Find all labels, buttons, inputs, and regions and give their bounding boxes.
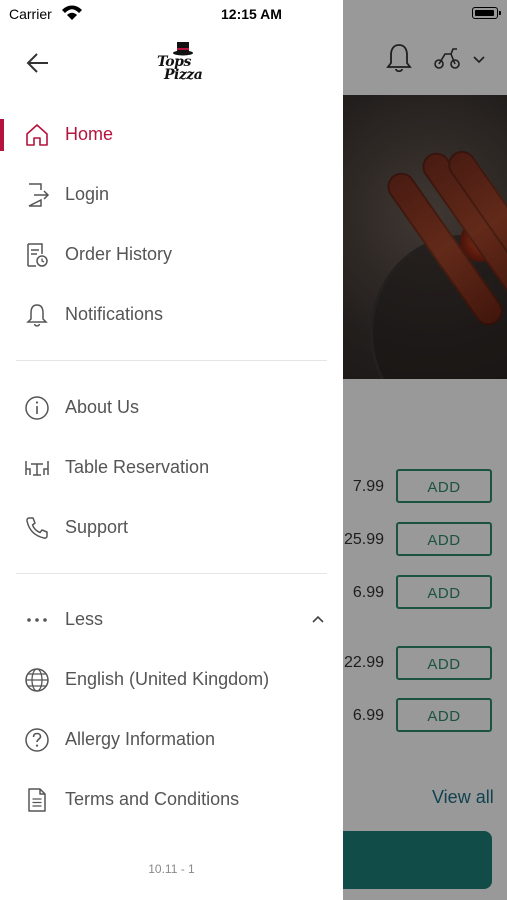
section-divider: [16, 573, 327, 574]
menu-item-label: Allergy Information: [65, 729, 216, 749]
app-version: 10.11 - 1: [148, 862, 195, 876]
menu-item-label: Login: [65, 184, 110, 204]
side-drawer: Carrier 12:15 AM Tops Pizza Home Login O…: [0, 0, 343, 900]
menu-item-less[interactable]: Less: [0, 595, 343, 645]
menu-item-label: Order History: [65, 244, 173, 264]
menu-item-order-history[interactable]: Order History: [0, 230, 343, 280]
menu-item-notifications[interactable]: Notifications: [0, 290, 343, 340]
menu-item-allergy-information[interactable]: Allergy Information: [0, 715, 343, 765]
back-arrow-icon[interactable]: [26, 52, 50, 74]
menu-item-login[interactable]: Login: [0, 170, 343, 220]
menu-item-terms[interactable]: Terms and Conditions: [0, 775, 343, 825]
menu-item-table-reservation[interactable]: Table Reservation: [0, 443, 343, 493]
menu-item-label: Terms and Conditions: [65, 789, 240, 809]
menu-item-label: English (United Kingdom): [65, 669, 270, 689]
chevron-up-icon[interactable]: [311, 614, 325, 624]
battery-icon: [472, 7, 501, 19]
menu-item-home[interactable]: Home: [0, 110, 343, 160]
section-divider: [16, 360, 327, 361]
menu-item-label: About Us: [65, 397, 140, 417]
document-icon: [28, 788, 46, 812]
wifi-icon: [62, 5, 82, 20]
menu-item-support[interactable]: Support: [0, 503, 343, 553]
logo-text-line2: Pizza: [164, 67, 203, 83]
menu-item-label: Notifications: [65, 304, 164, 324]
globe-icon: [25, 668, 49, 692]
status-bar: Carrier 12:15 AM: [0, 0, 343, 28]
question-icon: [25, 728, 49, 752]
carrier-label: Carrier: [9, 6, 52, 22]
table-icon: [25, 461, 49, 476]
bell-icon: [26, 304, 48, 327]
info-icon: [25, 396, 49, 420]
menu-item-label: Table Reservation: [65, 457, 210, 477]
brand-logo: Tops Pizza: [155, 42, 211, 86]
order-history-icon: [27, 243, 48, 267]
menu-item-label: Support: [65, 517, 129, 537]
more-dots-icon: [27, 618, 47, 622]
menu-item-language[interactable]: English (United Kingdom): [0, 655, 343, 705]
status-time: 12:15 AM: [221, 6, 282, 22]
phone-icon: [26, 517, 48, 539]
menu-item-label: Home: [65, 124, 114, 144]
home-icon: [26, 124, 48, 146]
menu-item-about-us[interactable]: About Us: [0, 383, 343, 433]
menu-item-label: Less: [65, 609, 104, 629]
login-icon: [28, 183, 50, 207]
